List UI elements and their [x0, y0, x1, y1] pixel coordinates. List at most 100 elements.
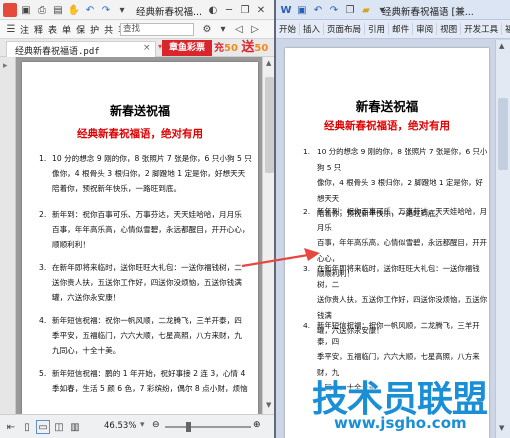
item-line: 季如春，生活 5 颜 6 色，7 彩缤纷，偶尔 8 点小财，烦恼 — [52, 384, 248, 393]
close-window-icon[interactable]: ✕ — [254, 3, 268, 17]
item-line: 季平安，五福临门，六六大顺，七星高照，八方来财，九 — [52, 331, 242, 340]
two-page-icon[interactable]: ◫ — [52, 420, 66, 434]
charge-amount: 50 — [224, 43, 238, 54]
scroll-down-icon[interactable]: ▼ — [266, 401, 271, 409]
pdf-status-bar: ⇤ ▯ ▭ ◫ ▥ 46.53% ▾ ⊖ ⊕ — [0, 414, 276, 438]
prev-icon[interactable]: ◁ — [232, 22, 246, 36]
redo-icon[interactable]: ↷ — [327, 3, 341, 17]
menu-item[interactable]: 释 — [34, 23, 43, 36]
pdf-tab-bar: 经典新春祝福语.pdf × ▾ 章鱼彩票 充50 送50 — [0, 39, 276, 57]
copy-icon[interactable]: ❐ — [343, 3, 357, 17]
undo-icon[interactable]: ↶ — [83, 3, 97, 17]
zoom-in-icon[interactable]: ⊕ — [253, 420, 261, 430]
scroll-up-icon[interactable]: ▲ — [499, 42, 504, 50]
tab-insert[interactable]: 插入 — [299, 23, 323, 35]
page-subtitle: 经典新春祝福语，绝对有用 — [77, 128, 203, 140]
item-line: 新年短信祝福：祝你一帆风顺，二龙腾飞，三羊开泰，四 — [317, 321, 480, 346]
undo-icon[interactable]: ↶ — [311, 3, 325, 17]
item-line: 在新年即将来临时，送你旺旺大礼包：一送你福钱树，二 — [52, 263, 242, 272]
list-icon[interactable]: ☰ — [4, 22, 18, 36]
item-number: 2. — [303, 207, 311, 216]
item-number: 1. — [303, 147, 311, 156]
open-icon[interactable]: ▤ — [51, 3, 65, 17]
item-line: 像你，4 根骨头 3 根归你，2 脚蹬地 1 定是你，好想天天 — [317, 178, 483, 203]
item-line: 在新年即将来临时，送你旺旺大礼包：一送你福钱树，二 — [317, 264, 480, 289]
item-line: 陪着你，预祝新年快乐，一路旺到底。 — [52, 184, 182, 193]
tab-foxit[interactable]: 福昕阅 — [501, 23, 510, 35]
zoom-slider-thumb[interactable] — [186, 422, 191, 432]
list-item: 2. 新年到：祝你百事可乐、万事芬达，天天娃哈哈，月月乐 百事，年年高乐高，心情… — [39, 207, 252, 252]
list-item: 5. 新年短信祝福：鹏的 1 年开始，祝好事接 2 连 3，心情 4 季如春，生… — [39, 366, 252, 396]
menu-item[interactable]: 表 — [48, 23, 57, 36]
list-item: 3. 在新年即将来临时，送你旺旺大礼包：一送你福钱树，二 送你贵人扶，五送你工作… — [39, 260, 252, 305]
item-line: 送你贵人扶，五送你工作好，四送你没烦恼，五送你钱满 — [52, 278, 242, 287]
first-page-icon[interactable]: ⇤ — [4, 420, 18, 434]
item-line: 10 分的想念 9 刚的你，8 张照片 7 张是你，6 只小狗 5 只 — [317, 147, 488, 172]
item-number: 4. — [39, 316, 47, 325]
print-icon[interactable]: ⎙ — [35, 3, 49, 17]
tab-view[interactable]: 视图 — [436, 23, 460, 35]
item-line: 新年到：祝你百事可乐、万事芬达，天天娃哈哈，月月乐 — [52, 210, 242, 219]
item-line: 罐，六送你永安康！ — [52, 293, 121, 302]
promo-banner[interactable]: 章鱼彩票 — [162, 40, 212, 56]
pdf-reader-window: ▣ ⎙ ▤ ✋ ↶ ↷ ▾ 经典新春祝福... ◐ ─ ❐ ✕ ☰ 注 释 表 … — [0, 0, 276, 438]
tab-mailings[interactable]: 邮件 — [388, 23, 412, 35]
tab-review[interactable]: 审阅 — [412, 23, 436, 35]
page-title: 新春送祝福 — [355, 99, 419, 114]
tab-developer[interactable]: 开发工具 — [460, 23, 501, 35]
restore-icon[interactable]: ❐ — [238, 3, 252, 17]
pdf-menu-toolbar: ☰ 注 释 表 单 保 护 共 享 查找 ⚙ ▾ ◁ ▷ — [0, 20, 276, 39]
save-icon[interactable]: ▣ — [19, 3, 33, 17]
zoom-slider[interactable] — [165, 426, 251, 428]
tab-document[interactable]: 经典新春祝福语.pdf × — [6, 41, 156, 57]
zoom-dropdown-icon[interactable]: ▾ — [140, 420, 145, 430]
search-input[interactable]: 查找 — [120, 23, 194, 36]
save-icon[interactable]: ▣ — [295, 3, 309, 17]
skin-icon[interactable]: ◐ — [206, 3, 220, 17]
tab-home[interactable]: 开始 — [276, 23, 299, 35]
page-subtitle: 经典新春祝福语，绝对有用 — [324, 120, 450, 132]
single-page-icon[interactable]: ▯ — [20, 420, 34, 434]
facing-page-icon[interactable]: ▥ — [68, 420, 82, 434]
scroll-thumb[interactable] — [498, 98, 508, 170]
tab-page-layout[interactable]: 页面布局 — [323, 23, 364, 35]
list-item: 4. 新年短信祝福：祝你一帆风顺，二龙腾飞，三羊开泰，四 季平安，五福临门，六六… — [39, 313, 252, 358]
menu-item[interactable]: 保 — [76, 23, 85, 36]
gear-icon[interactable]: ⚙ — [200, 22, 214, 36]
minimize-icon[interactable]: ─ — [222, 3, 236, 17]
scroll-thumb[interactable] — [265, 77, 274, 173]
chevron-down-icon[interactable]: ▾ — [216, 22, 230, 36]
item-number: 1. — [39, 154, 47, 163]
item-number: 3. — [39, 263, 47, 272]
list-item: 1. 10 分的想念 9 刚的你，8 张照片 7 张是你，6 只小狗 5 只 像… — [39, 151, 252, 196]
scroll-up-icon[interactable]: ▲ — [266, 59, 271, 67]
charge-banner[interactable]: 充50 送50 — [214, 40, 274, 56]
item-number: 2. — [39, 210, 47, 219]
tab-references[interactable]: 引用 — [364, 23, 388, 35]
menu-item[interactable]: 注 — [20, 23, 29, 36]
panel-collapse-icon[interactable]: ▸ — [3, 61, 8, 71]
menu-item[interactable]: 单 — [62, 23, 71, 36]
item-line: 像你，4 根骨头 3 根归你，2 脚蹬地 1 定是你，好想天天 — [52, 169, 246, 178]
app-menu-icon[interactable] — [3, 3, 17, 17]
item-line: 百事，年年高乐高，心情似雪碧，永远都醒目，开开心心， — [52, 225, 250, 234]
tab-close-icon[interactable]: × — [143, 43, 151, 53]
word-window-title: 经典新春祝福语 [兼... — [382, 7, 474, 18]
item-line: 新年短信祝福：祝你一帆风顺，二龙腾飞，三羊开泰，四 — [52, 316, 242, 325]
zoom-out-icon[interactable]: ⊖ — [152, 420, 160, 430]
menu-item[interactable]: 共 — [104, 23, 113, 36]
word-app-icon[interactable]: W — [279, 3, 293, 17]
redo-icon[interactable]: ↷ — [99, 3, 113, 17]
item-line: 10 分的想念 9 刚的你，8 张照片 7 张是你，6 只小狗 5 只 — [52, 154, 252, 163]
zoom-level[interactable]: 46.53% — [104, 421, 136, 431]
next-icon[interactable]: ▷ — [248, 22, 262, 36]
hand-icon[interactable]: ✋ — [67, 3, 81, 17]
item-number: 5. — [39, 369, 47, 378]
charge-label: 充 — [214, 43, 224, 54]
menu-item[interactable]: 护 — [90, 23, 99, 36]
quick-settings-icon[interactable]: ▾ — [115, 3, 129, 17]
pdf-side-panel: ▸ — [0, 57, 16, 414]
continuous-page-icon[interactable]: ▭ — [36, 420, 50, 434]
give-label: 送 — [241, 40, 255, 55]
folder-icon[interactable]: ▰ — [359, 3, 373, 17]
